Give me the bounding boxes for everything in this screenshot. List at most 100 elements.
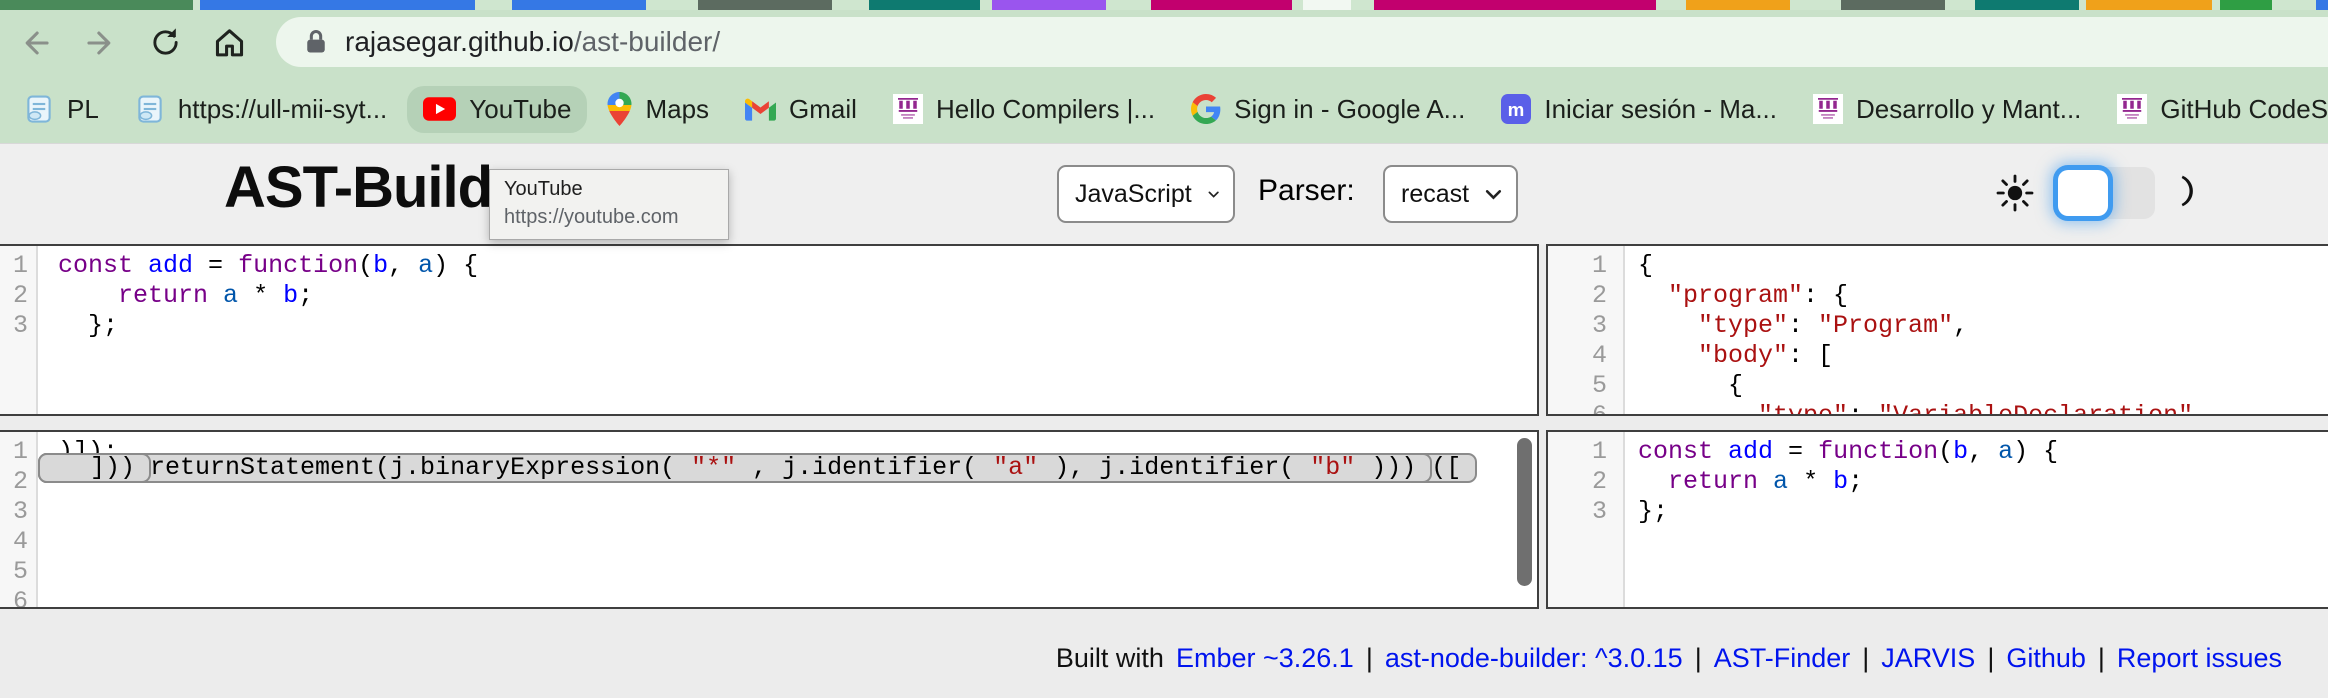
tab-top-segment[interactable] xyxy=(512,0,646,10)
bookmark-item[interactable]: mIniciar sesión - Ma... xyxy=(1485,86,1793,133)
language-select[interactable]: JavaScript xyxy=(1057,165,1235,223)
builder-api-editor[interactable]: 123456j.variableDeclaration("const", [j.… xyxy=(0,430,1539,609)
bookmark-label: Hello Compilers |... xyxy=(936,94,1155,125)
reload-button[interactable] xyxy=(142,10,188,75)
tab-top-segment[interactable] xyxy=(1151,0,1292,10)
url-text: rajasegar.github.io/ast-builder/ xyxy=(345,26,720,58)
forward-button[interactable] xyxy=(78,10,124,75)
bookmark-item[interactable]: Sign in - Google A... xyxy=(1175,86,1481,133)
footer-separator: | xyxy=(1366,643,1373,674)
youtube-icon xyxy=(423,97,456,121)
line-number: 6 xyxy=(1548,401,1607,416)
footer-link[interactable]: Report issues xyxy=(2117,643,2282,674)
line-number: 1 xyxy=(0,437,28,467)
bookmark-item[interactable]: Maps xyxy=(591,84,725,134)
ast-json-viewer[interactable]: 123456{ "program": { "type": "Program", … xyxy=(1546,244,2328,416)
line-numbers-gutter: 123 xyxy=(0,246,38,414)
tab-top-segment[interactable] xyxy=(992,0,1106,10)
home-button[interactable] xyxy=(206,10,252,75)
moon-icon xyxy=(2168,173,2204,214)
line-number: 5 xyxy=(1548,371,1607,401)
bookmark-item[interactable]: YouTube xyxy=(407,86,587,133)
code-line: const add = function(b, a) { xyxy=(38,251,1537,281)
parser-label: Parser: xyxy=(1258,174,1355,208)
bookmark-label: GitHub CodeSpa xyxy=(2160,94,2328,125)
footer-link[interactable]: ast-node-builder: ^3.0.15 xyxy=(1385,643,1683,674)
tab-top-segment[interactable] xyxy=(2086,0,2212,10)
line-number: 1 xyxy=(0,251,28,281)
gmail-icon xyxy=(745,97,776,121)
tab-top-segment[interactable] xyxy=(1374,0,1656,10)
line-number: 1 xyxy=(1548,437,1607,467)
line-number: 2 xyxy=(0,281,28,311)
output-code-editor[interactable]: 123 const add = function(b, a) { return a… xyxy=(1546,430,2328,609)
code-line: }; xyxy=(1625,497,2328,527)
tab-top-segment[interactable] xyxy=(698,0,832,10)
line-number: 3 xyxy=(0,497,28,527)
lock-icon xyxy=(302,27,330,57)
code-line: return a * b; xyxy=(1625,467,2328,497)
bookmark-item[interactable]: Desarrollo y Mant... xyxy=(1797,86,2097,133)
parser-select[interactable]: recast xyxy=(1383,165,1518,223)
app-header: AST-Builder JavaScript Parser: recast xyxy=(0,143,2328,245)
tab-top-segment[interactable] xyxy=(1975,0,2079,10)
tab-top-segment[interactable] xyxy=(869,0,980,10)
line-number: 1 xyxy=(1548,251,1607,281)
tab-top-segment[interactable] xyxy=(1841,0,1945,10)
home-icon xyxy=(212,25,247,60)
footer-link[interactable]: Github xyxy=(2006,643,2086,674)
bookmark-item[interactable]: Gmail xyxy=(729,86,873,133)
tab-top-segment[interactable] xyxy=(2220,0,2272,10)
footer: Built with Ember ~3.26.1|ast-node-builde… xyxy=(0,618,2328,698)
footer-link[interactable]: JARVIS xyxy=(1881,643,1975,674)
footer-link[interactable]: Ember ~3.26.1 xyxy=(1176,643,1354,674)
code-line: return a * b; xyxy=(38,281,1537,311)
line-number: 2 xyxy=(1548,467,1607,497)
scrollbar-thumb[interactable] xyxy=(1517,438,1532,586)
bookmarks-bar: PLhttps://ull-mii-syt... YouTube MapsGmail… xyxy=(0,75,2328,143)
code-area[interactable]: { "program": { "type": "Program", "body"… xyxy=(1625,246,2328,414)
code-line: const add = function(b, a) { xyxy=(1625,437,2328,467)
footer-separator: | xyxy=(2098,643,2105,674)
line-numbers-gutter: 123456 xyxy=(1548,246,1625,414)
tab-top-segment[interactable] xyxy=(0,0,193,10)
line-number: 4 xyxy=(0,527,28,557)
source-code-editor[interactable]: 123const add = function(b, a) { return a… xyxy=(0,244,1539,416)
code-line: "body": [ xyxy=(1625,341,2328,371)
code-area[interactable]: const add = function(b, a) { return a * … xyxy=(1625,432,2328,607)
line-number: 2 xyxy=(0,467,28,497)
university-icon xyxy=(2117,94,2147,124)
bookmark-label: YouTube xyxy=(469,94,571,125)
code-line: j.returnStatement(j.binaryExpression("*"… xyxy=(38,453,1432,483)
tab-top-segment[interactable] xyxy=(200,0,475,10)
line-number: 3 xyxy=(1548,311,1607,341)
line-number: 2 xyxy=(1548,281,1607,311)
language-select-value: JavaScript xyxy=(1075,180,1192,209)
footer-link[interactable]: AST-Finder xyxy=(1714,643,1851,674)
tab-top-segment[interactable] xyxy=(2316,0,2328,10)
back-arrow-icon xyxy=(18,26,52,60)
tab-strip[interactable] xyxy=(0,0,2328,10)
tab-top-segment[interactable] xyxy=(1303,0,1351,10)
code-area[interactable]: const add = function(b, a) { return a * … xyxy=(38,246,1537,414)
bookmark-item[interactable]: GitHub CodeSpa xyxy=(2101,86,2328,133)
line-number: 3 xyxy=(1548,497,1607,527)
bookmark-item[interactable]: Hello Compilers |... xyxy=(877,86,1171,133)
theme-toggle[interactable] xyxy=(2055,167,2155,219)
back-button[interactable] xyxy=(12,10,58,75)
address-bar[interactable]: rajasegar.github.io/ast-builder/ xyxy=(276,17,2328,67)
bookmark-item[interactable]: PL xyxy=(8,86,115,133)
theme-toggle-knob[interactable] xyxy=(2058,170,2108,216)
mastodon-icon: m xyxy=(1501,94,1531,124)
parser-select-value: recast xyxy=(1401,180,1469,209)
code-area[interactable]: j.variableDeclaration("const", [j.variab… xyxy=(38,432,1537,607)
code-line: { xyxy=(1625,251,2328,281)
bookmark-item[interactable]: https://ull-mii-syt... xyxy=(119,86,403,133)
browser-toolbar: rajasegar.github.io/ast-builder/ xyxy=(0,10,2328,75)
tab-top-segment[interactable] xyxy=(1686,0,1790,10)
footer-separator: | xyxy=(1862,643,1869,674)
line-number: 6 xyxy=(0,587,28,609)
svg-text:m: m xyxy=(1508,99,1525,120)
footer-separator: | xyxy=(1695,643,1702,674)
url-path: /ast-builder/ xyxy=(574,26,720,57)
